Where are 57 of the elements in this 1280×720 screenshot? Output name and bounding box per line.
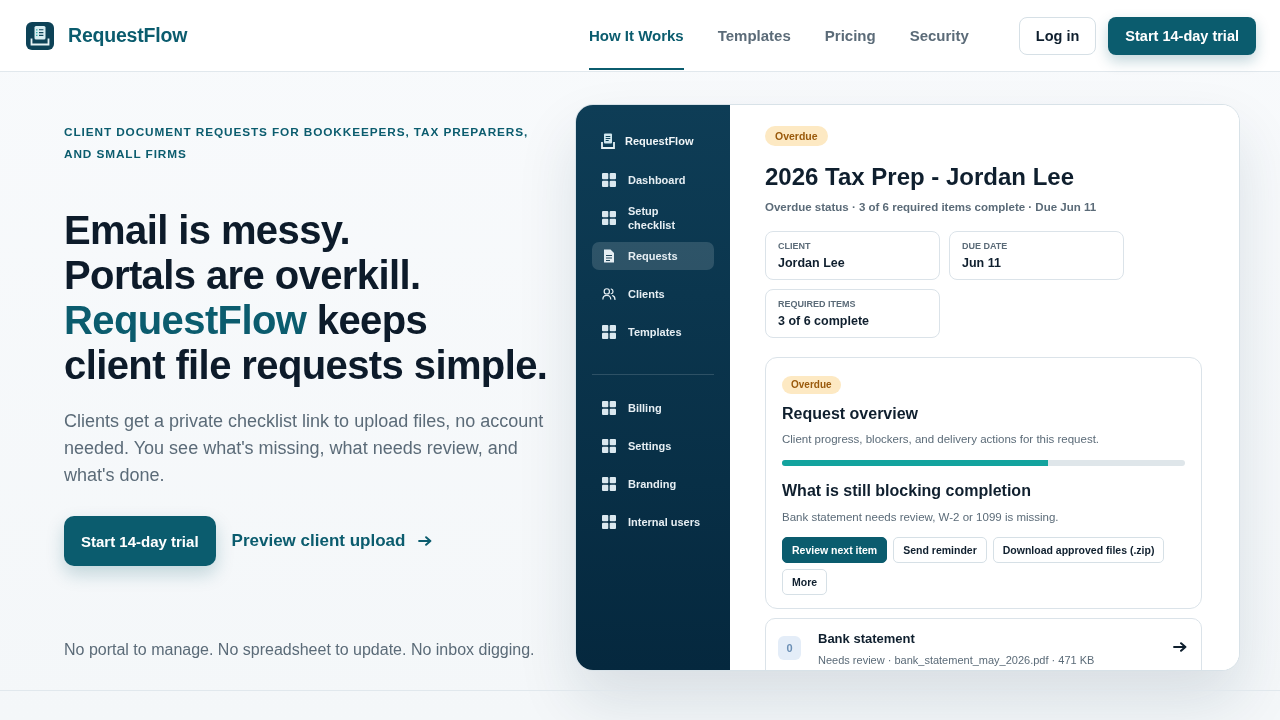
logo-icon: [601, 133, 615, 149]
start-trial-button[interactable]: Start 14-day trial: [64, 516, 216, 566]
grid-icon: [602, 211, 616, 225]
sidebar-item[interactable]: Dashboard: [592, 166, 714, 194]
grid-icon: [602, 515, 616, 529]
grid-icon: [602, 477, 616, 491]
grid-icon: [602, 401, 616, 415]
sidebar-item[interactable]: Templates: [592, 318, 714, 346]
sidebar-item[interactable]: Internal users: [592, 508, 714, 536]
status-badge: Overdue: [765, 126, 828, 146]
action-button[interactable]: More: [782, 569, 828, 595]
arrow-right-icon[interactable]: [1173, 642, 1187, 652]
sidebar-item[interactable]: Requests: [592, 242, 714, 270]
login-button[interactable]: Log in: [1018, 16, 1097, 55]
grid-icon: [602, 173, 616, 187]
blocking-description: Bank statement needs review, W-2 or 1099 is missing.: [782, 510, 1060, 525]
grid-icon: [602, 325, 616, 339]
hero-description: Clients get a private checklist link to upload files, no account needed. You see what's missing, what needs review, and what's done.: [64, 410, 545, 487]
info-label: REQUIRED ITEMS: [778, 298, 857, 310]
nav-link[interactable]: Security: [909, 1, 969, 70]
grid-icon: [602, 439, 616, 453]
overview-title: Request overview: [782, 404, 920, 424]
action-button[interactable]: Send reminder: [893, 537, 987, 563]
nav-link[interactable]: How It Works: [588, 1, 684, 70]
hero-note: No portal to manage. No spreadsheet to update. No inbox digging.: [64, 640, 536, 660]
info-value: Jordan Lee: [778, 255, 846, 271]
sidebar-item[interactable]: Settings: [592, 432, 714, 460]
sidebar-item[interactable]: Billing: [592, 394, 714, 422]
info-label: CLIENT: [778, 240, 812, 252]
info-label: DUE DATE: [962, 240, 1009, 252]
blocking-title: What is still blocking completion: [782, 481, 1032, 501]
info-value: 3 of 6 complete: [778, 313, 870, 329]
action-button[interactable]: Review next item: [782, 537, 888, 563]
request-summary: Overdue status · 3 of 6 required items complete · Due Jun 11: [765, 200, 1098, 215]
eyebrow-text: CLIENT DOCUMENT REQUESTS FOR BOOKKEEPERS, TAX PREPARERS, AND SMALL FIRMS: [64, 124, 530, 163]
logo-icon: [26, 21, 54, 50]
nav-link[interactable]: Pricing: [824, 1, 876, 70]
overview-description: Client progress, blockers, and delivery actions for this request.: [782, 432, 1101, 447]
item-title: Bank statement: [818, 631, 916, 647]
request-title: 2026 Tax Prep - Jordan Lee: [765, 162, 1076, 192]
sidebar-item[interactable]: Setup checklist: [592, 204, 714, 232]
status-badge: Overdue: [782, 376, 841, 394]
brand-name: RequestFlow: [68, 24, 188, 47]
people-icon: [602, 287, 616, 301]
document-icon: [602, 249, 616, 263]
arrow-right-icon: [418, 536, 433, 546]
sidebar-item[interactable]: Clients: [592, 280, 714, 308]
sidebar-brand-name: RequestFlow: [625, 135, 694, 147]
preview-upload-link[interactable]: Preview client upload: [231, 531, 433, 551]
info-value: Jun 11: [962, 255, 1002, 271]
count-badge: 0: [778, 636, 801, 660]
nav-link[interactable]: Templates: [717, 1, 791, 70]
sidebar-item[interactable]: Branding: [592, 470, 714, 498]
action-button[interactable]: Download approved files (.zip): [992, 537, 1165, 563]
item-meta: Needs review · bank_statement_may_2026.pdf · 471 KB: [818, 653, 1095, 667]
hero-headline: Email is messy. Portals are overkill. RequestFlow keeps client file requests simple.: [64, 208, 549, 388]
start-trial-button[interactable]: Start 14-day trial: [1108, 16, 1256, 55]
